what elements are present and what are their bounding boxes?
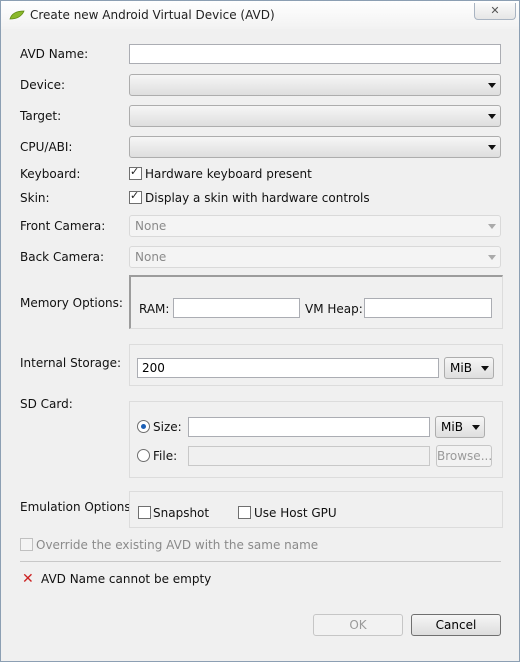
back-camera-select[interactable]: None [129, 246, 501, 268]
separator [20, 561, 501, 562]
keyboard-label: Keyboard: [20, 167, 81, 181]
chevron-down-icon [472, 425, 480, 430]
chevron-down-icon [488, 145, 496, 150]
vm-heap-label: VM Heap: [305, 302, 363, 316]
cpu-abi-select[interactable] [129, 136, 501, 158]
emulation-options-label: Emulation Options: [20, 500, 135, 514]
sd-file-input[interactable] [188, 446, 430, 466]
chevron-down-icon [481, 366, 489, 371]
avd-dialog: Create new Android Virtual Device (AVD) … [0, 0, 520, 662]
host-gpu-checkbox[interactable] [238, 506, 251, 519]
sd-size-input[interactable] [188, 417, 430, 437]
window-title: Create new Android Virtual Device (AVD) [30, 8, 275, 22]
sd-card-label: SD Card: [20, 397, 73, 411]
vm-heap-input[interactable] [364, 298, 492, 318]
sd-file-radio[interactable] [137, 449, 150, 462]
chevron-down-icon [488, 255, 496, 260]
target-label: Target: [20, 109, 62, 123]
dialog-content: AVD Name: Device: Target: CPU/ABI: Keybo… [9, 31, 511, 653]
skin-checkbox-label[interactable]: Display a skin with hardware controls [145, 191, 370, 205]
keyboard-checkbox-label[interactable]: Hardware keyboard present [145, 167, 312, 181]
override-label[interactable]: Override the existing AVD with the same … [36, 538, 318, 552]
internal-storage-input[interactable]: 200 [137, 358, 439, 378]
sd-size-unit-value: MiB [441, 420, 463, 434]
internal-storage-unit-value: MiB [450, 361, 472, 375]
cpu-abi-label: CPU/ABI: [20, 140, 73, 154]
cancel-button[interactable]: Cancel [411, 614, 501, 636]
android-leaf-icon [9, 10, 25, 20]
chevron-down-icon [488, 114, 496, 119]
close-button[interactable]: ✕ [474, 3, 516, 20]
internal-storage-label: Internal Storage: [20, 356, 122, 370]
sd-file-label[interactable]: File: [153, 449, 177, 463]
ram-label: RAM: [139, 302, 170, 316]
host-gpu-label[interactable]: Use Host GPU [254, 506, 337, 520]
avd-name-input[interactable] [129, 44, 501, 64]
error-icon: ✕ [22, 571, 34, 587]
sd-size-radio[interactable] [137, 420, 150, 433]
error-message: AVD Name cannot be empty [41, 572, 212, 586]
override-checkbox[interactable] [20, 538, 33, 551]
keyboard-checkbox[interactable] [129, 165, 142, 180]
front-camera-select[interactable]: None [129, 215, 501, 237]
sd-size-label[interactable]: Size: [153, 420, 182, 434]
chevron-down-icon [488, 224, 496, 229]
back-camera-label: Back Camera: [20, 250, 105, 264]
target-select[interactable] [129, 105, 501, 127]
device-select[interactable] [129, 74, 501, 96]
skin-checkbox[interactable] [129, 189, 142, 204]
ram-input[interactable] [173, 298, 300, 318]
back-camera-value: None [135, 250, 167, 264]
snapshot-label[interactable]: Snapshot [153, 506, 209, 520]
ok-button[interactable]: OK [313, 614, 403, 636]
front-camera-label: Front Camera: [20, 219, 106, 233]
front-camera-value: None [135, 219, 167, 233]
chevron-down-icon [488, 83, 496, 88]
device-label: Device: [20, 78, 66, 92]
title-bar[interactable]: Create new Android Virtual Device (AVD) … [1, 1, 519, 29]
browse-button[interactable]: Browse... [436, 445, 492, 467]
memory-options-label: Memory Options: [20, 296, 123, 310]
avd-name-label: AVD Name: [20, 47, 89, 61]
internal-storage-unit-select[interactable]: MiB [444, 357, 494, 379]
close-icon: ✕ [490, 4, 500, 17]
sd-size-unit-select[interactable]: MiB [435, 416, 485, 438]
snapshot-checkbox[interactable] [138, 506, 151, 519]
skin-label: Skin: [20, 191, 50, 205]
